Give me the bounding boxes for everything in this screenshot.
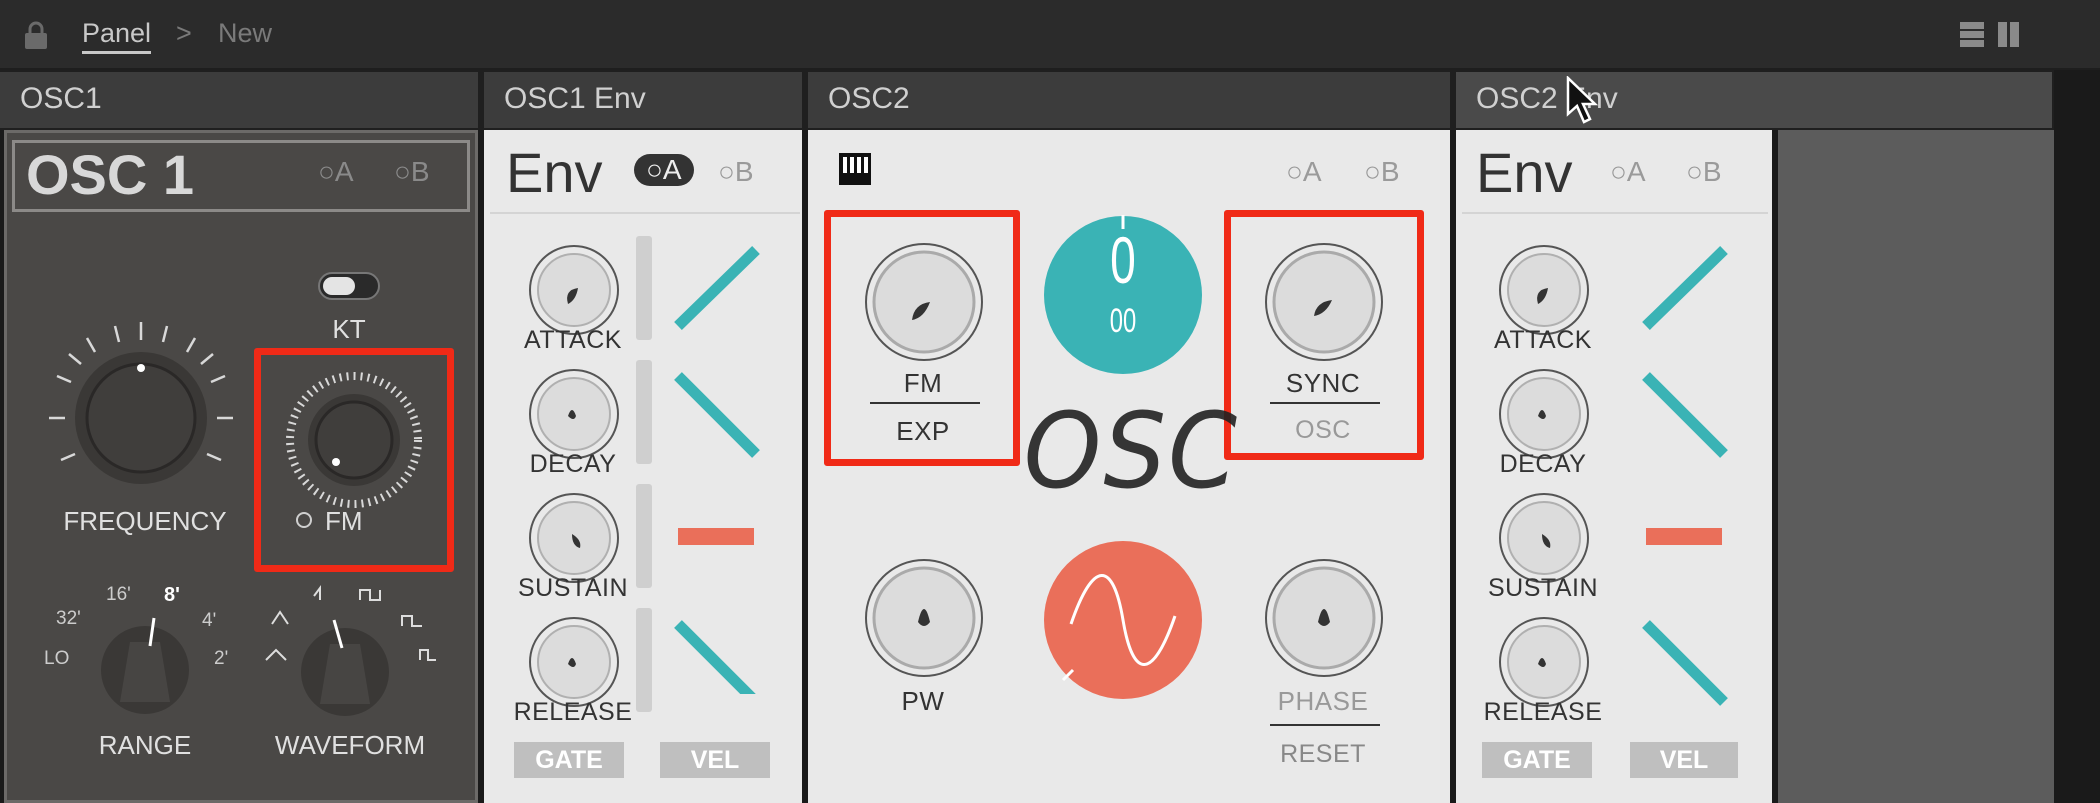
lock-icon[interactable] [22, 20, 50, 50]
sync-osc-label[interactable]: OSC [1248, 416, 1398, 445]
keyboard-icon[interactable] [838, 152, 872, 186]
env1-decay-label: DECAY [529, 450, 617, 478]
osc2-waveform-display[interactable] [1043, 540, 1203, 700]
env1-stage-glyphs [674, 246, 760, 694]
env1-release-label: RELEASE [513, 698, 633, 726]
range-tick-4: 4' [202, 610, 217, 631]
osc2-option-a[interactable]: ○A [1286, 156, 1322, 188]
env2-divider [1462, 212, 1768, 214]
view-toggle-icon[interactable] [1960, 22, 2022, 48]
sync-label: SYNC [1285, 368, 1361, 398]
pw-knob[interactable] [862, 556, 986, 680]
env2-title: Env [1476, 141, 1573, 204]
sync-knob[interactable] [1262, 240, 1386, 364]
env2-release-label: RELEASE [1483, 698, 1603, 726]
kt-toggle[interactable] [318, 272, 380, 300]
env2-decay-knob[interactable] [1494, 364, 1594, 464]
waveform-knob[interactable] [290, 614, 400, 724]
env1-sustain-mod-slider[interactable] [636, 484, 652, 588]
env2-release-knob[interactable] [1494, 612, 1594, 712]
range-label: RANGE [98, 730, 192, 760]
range-knob[interactable] [90, 612, 200, 722]
empty-rack-area [1778, 130, 2054, 803]
env1-option-a[interactable]: ○A [634, 154, 694, 186]
osc2-option-b[interactable]: ○B [1364, 156, 1400, 188]
pw-label: PW [901, 686, 945, 716]
env2-sustain-label: SUSTAIN [1488, 574, 1598, 602]
env1-option-b[interactable]: ○B [718, 156, 754, 188]
range-tick-lo: LO [44, 648, 70, 669]
env1-sustain-knob[interactable] [524, 488, 624, 588]
range-tick-32: 32' [56, 608, 81, 629]
osc2-fm-label: FM [903, 368, 943, 398]
fm-mod-indicator[interactable] [296, 512, 312, 528]
env2-option-b[interactable]: ○B [1686, 156, 1722, 188]
octave-value: 0 [1110, 223, 1136, 297]
osc2-exp-label[interactable]: EXP [848, 416, 998, 447]
mouse-cursor-icon [1566, 76, 1599, 124]
waveform-label: WAVEFORM [274, 730, 426, 760]
env1-gate-button[interactable]: GATE [514, 742, 624, 778]
reset-label[interactable]: RESET [1248, 740, 1398, 769]
env2-gate-button[interactable]: GATE [1482, 742, 1592, 778]
env1-title: Env [506, 141, 603, 204]
osc1-option-b[interactable]: ○B [394, 156, 430, 188]
osc1-option-a[interactable]: ○A [318, 156, 354, 188]
rack-edge [2054, 70, 2100, 803]
header-osc2-env[interactable]: OSC2 Env [1456, 72, 2052, 128]
fm-divider [870, 402, 980, 404]
osc-logo: OSC [1023, 390, 1239, 512]
breadcrumb-panel[interactable]: Panel [82, 18, 152, 54]
frequency-label: FREQUENCY [63, 506, 227, 536]
phase-knob[interactable] [1262, 556, 1386, 680]
phase-divider [1270, 724, 1380, 726]
octave-sub: 00 [1109, 302, 1137, 340]
env2-sustain-knob[interactable] [1494, 488, 1594, 588]
fm-knob[interactable] [282, 368, 426, 512]
header-osc1[interactable]: OSC1 [0, 72, 478, 128]
env1-decay-mod-slider[interactable] [636, 360, 652, 464]
frequency-knob[interactable] [45, 318, 237, 510]
osc1-title: OSC 1 [26, 143, 195, 206]
env1-attack-label: ATTACK [524, 326, 622, 354]
env1-vel-button[interactable]: VEL [660, 742, 770, 778]
env1-release-knob[interactable] [524, 612, 624, 712]
env1-divider [490, 212, 800, 214]
env1-attack-knob[interactable] [524, 240, 624, 340]
kt-label: KT [332, 314, 366, 344]
env2-option-a[interactable]: ○A [1610, 156, 1646, 188]
env2-attack-knob[interactable] [1494, 240, 1594, 340]
header-osc1-env[interactable]: OSC1 Env [484, 72, 802, 128]
breadcrumb-separator: > [176, 18, 192, 48]
env1-decay-knob[interactable] [524, 364, 624, 464]
env1-release-mod-slider[interactable] [636, 608, 652, 712]
fm-label: FM [325, 506, 363, 536]
env2-decay-label: DECAY [1499, 450, 1587, 478]
env2-vel-button[interactable]: VEL [1630, 742, 1738, 778]
sync-divider [1270, 402, 1380, 404]
range-tick-8: 8' [164, 584, 180, 606]
range-tick-2: 2' [214, 648, 229, 669]
env1-sustain-label: SUSTAIN [518, 574, 628, 602]
env2-attack-label: ATTACK [1494, 326, 1592, 354]
env2-stage-glyphs [1642, 246, 1728, 706]
phase-label: PHASE [1277, 686, 1369, 716]
range-tick-16: 16' [106, 584, 131, 605]
env1-attack-mod-slider[interactable] [636, 236, 652, 340]
header-osc2[interactable]: OSC2 [808, 72, 1450, 128]
top-bar: Panel > New [0, 0, 2100, 70]
osc2-fm-knob[interactable] [862, 240, 986, 364]
breadcrumb-current[interactable]: New [218, 18, 272, 49]
